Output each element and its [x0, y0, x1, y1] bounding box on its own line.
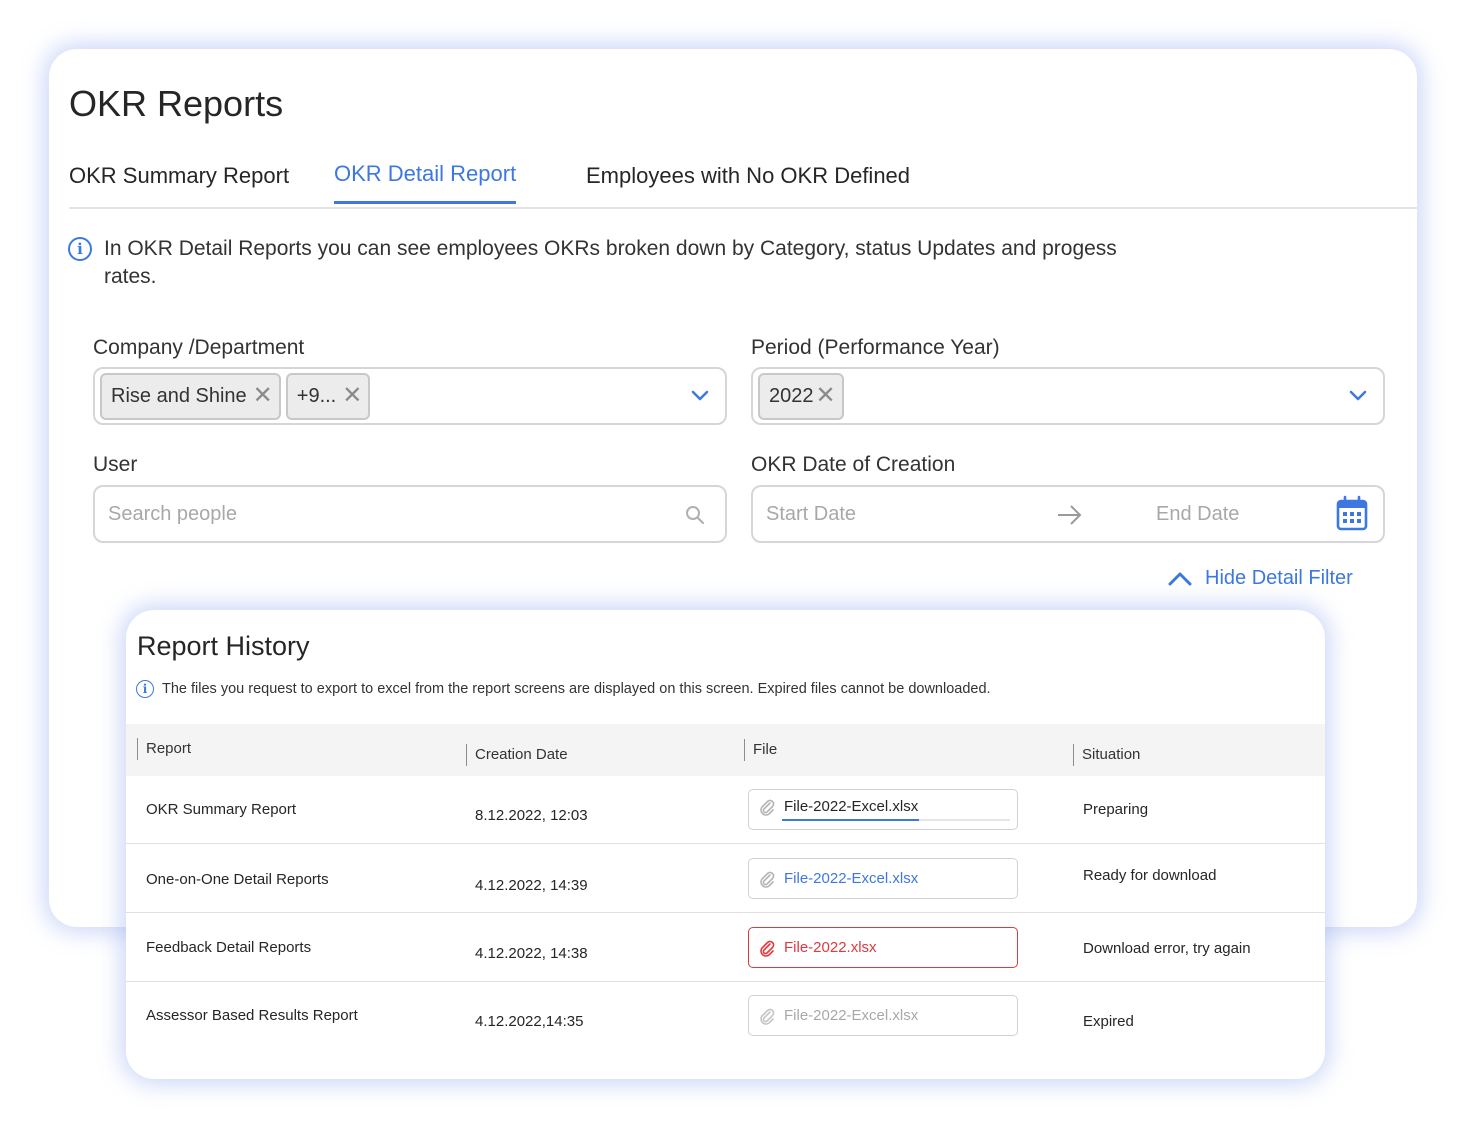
chevron-down-icon[interactable] — [691, 387, 709, 405]
tab-okr-summary-report[interactable]: OKR Summary Report — [69, 163, 289, 189]
file-link: File-2022-Excel.xlsx — [748, 789, 1018, 830]
file-name: File-2022-Excel.xlsx — [784, 870, 919, 887]
chip-label: +9... — [296, 384, 337, 407]
hide-detail-filter-label: Hide Detail Filter — [1205, 567, 1353, 589]
report-name: Assessor Based Results Report — [146, 1007, 358, 1024]
tab-okr-detail-report[interactable]: OKR Detail Report — [334, 161, 517, 204]
table-row: Assessor Based Results Report 4.12.2022,… — [126, 982, 1325, 1050]
file-name: File-2022-Excel.xlsx — [784, 1007, 919, 1024]
expired-file-link: File-2022-Excel.xlsx — [748, 995, 1018, 1036]
chevron-up-icon — [1168, 572, 1192, 585]
end-date-input[interactable]: End Date — [1156, 503, 1239, 526]
column-header-creation-date: Creation Date — [466, 744, 568, 766]
remove-chip-icon[interactable]: ✕ — [816, 384, 836, 408]
search-placeholder: Search people — [108, 502, 237, 525]
report-tabs: OKR Summary Report OKR Detail Report Emp… — [69, 159, 1417, 209]
retry-file-link[interactable]: File-2022.xlsx — [748, 927, 1018, 968]
tab-employees-no-okr[interactable]: Employees with No OKR Defined — [586, 163, 910, 189]
chip-label: Rise and Shine — [111, 384, 247, 407]
column-header-file: File — [744, 739, 777, 761]
chip-company[interactable]: Rise and Shine ✕ — [100, 372, 281, 420]
creation-date: 4.12.2022, 14:39 — [475, 877, 588, 894]
arrow-right-icon — [1058, 505, 1082, 525]
situation: Download error, try again — [1083, 940, 1251, 957]
chip-period[interactable]: 2022 ✕ — [758, 372, 844, 420]
situation: Preparing — [1083, 801, 1149, 818]
report-name: One-on-One Detail Reports — [146, 871, 329, 888]
period-select[interactable]: 2022 ✕ — [751, 367, 1385, 425]
file-name: File-2022-Excel.xlsx — [784, 798, 919, 815]
hide-detail-filter-button[interactable]: Hide Detail Filter — [1167, 567, 1353, 590]
chip-more[interactable]: +9... ✕ — [285, 372, 371, 420]
file-name: File-2022.xlsx — [784, 939, 877, 956]
report-history-panel: Report History i The files you request t… — [126, 610, 1325, 1079]
report-history-info-text: The files you request to export to excel… — [162, 681, 991, 697]
column-header-report: Report — [137, 738, 191, 760]
start-date-input[interactable]: Start Date — [766, 503, 856, 526]
creation-date: 4.12.2022,14:35 — [475, 1013, 584, 1030]
report-name: OKR Summary Report — [146, 801, 297, 818]
remove-chip-icon[interactable]: ✕ — [342, 384, 362, 408]
info-icon: i — [136, 680, 154, 698]
progress-fill — [782, 819, 919, 821]
report-history-info: i The files you request to export to exc… — [136, 680, 991, 698]
report-name: Feedback Detail Reports — [146, 939, 312, 956]
export-progress-bar — [782, 819, 1010, 821]
situation: Expired — [1083, 1013, 1134, 1030]
company-department-select[interactable]: Rise and Shine ✕ +9... ✕ — [93, 367, 727, 425]
search-icon[interactable] — [685, 505, 705, 525]
info-icon: i — [68, 237, 92, 261]
company-department-label: Company /Department — [93, 336, 305, 359]
table-row: Feedback Detail Reports 4.12.2022, 14:38… — [126, 914, 1325, 982]
info-banner: i In OKR Detail Reports you can see empl… — [68, 235, 1158, 291]
remove-chip-icon[interactable]: ✕ — [253, 384, 273, 408]
date-range-picker[interactable]: Start Date End Date — [751, 485, 1385, 543]
chevron-down-icon[interactable] — [1349, 387, 1367, 405]
chip-label: 2022 — [769, 384, 814, 407]
user-label: User — [93, 453, 138, 476]
period-label: Period (Performance Year) — [751, 336, 1000, 359]
page-title: OKR Reports — [69, 83, 284, 124]
table-header: Report Creation Date File Situation — [126, 724, 1325, 776]
creation-date-label: OKR Date of Creation — [751, 453, 956, 476]
paperclip-icon — [760, 799, 775, 816]
info-text: In OKR Detail Reports you can see employ… — [104, 237, 1117, 288]
situation: Ready for download — [1083, 867, 1217, 884]
creation-date: 8.12.2022, 12:03 — [475, 807, 588, 824]
user-search-input[interactable]: Search people — [93, 485, 727, 543]
paperclip-icon — [760, 940, 775, 957]
creation-date: 4.12.2022, 14:38 — [475, 945, 588, 962]
column-header-situation: Situation — [1073, 744, 1140, 766]
table-row: One-on-One Detail Reports 4.12.2022, 14:… — [126, 845, 1325, 913]
report-history-title: Report History — [137, 631, 310, 661]
paperclip-icon — [760, 871, 775, 888]
paperclip-icon — [760, 1008, 775, 1025]
download-file-link[interactable]: File-2022-Excel.xlsx — [748, 858, 1018, 899]
table-row: OKR Summary Report 8.12.2022, 12:03 File… — [126, 776, 1325, 844]
calendar-icon[interactable] — [1336, 495, 1368, 531]
